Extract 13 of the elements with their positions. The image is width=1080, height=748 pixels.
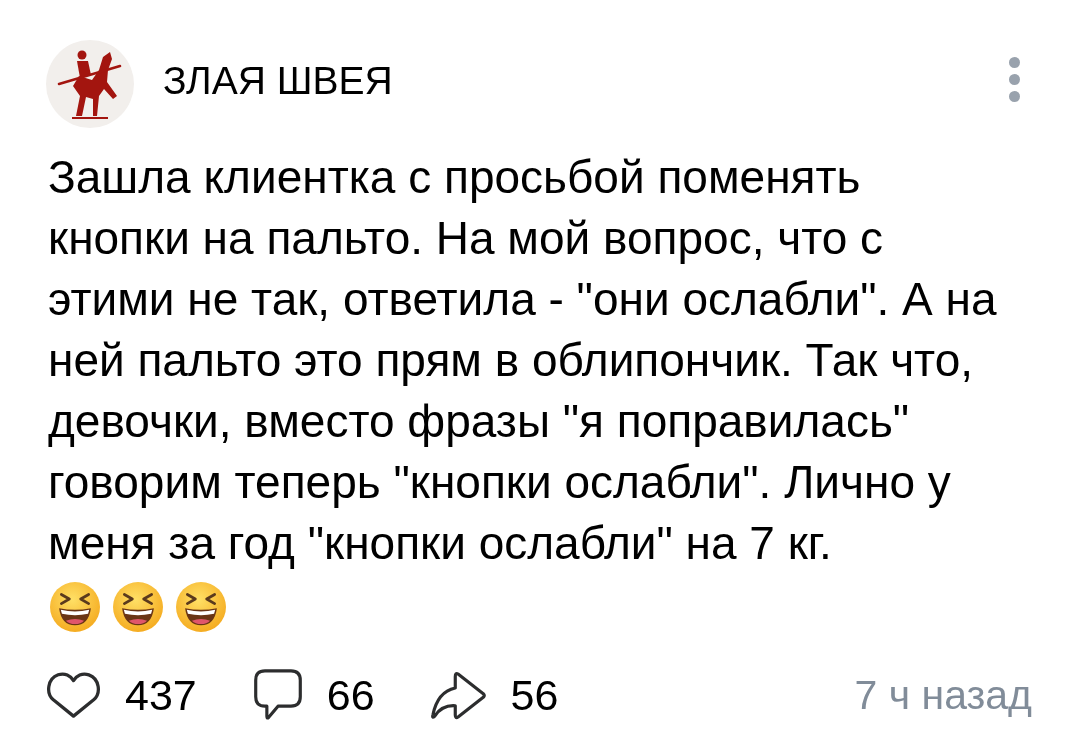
post-text: Зашла клиентка с просьбой поменять кнопки на пальто. На мой вопрос, что с этими не так, ответила - "они ослабли". А на ней пальто это прям в облипончик. Так что, девочки, вместо фразы "я поправилась" говорим теперь "кнопки ослабли". Лично у меня за год "кнопки ослабли" на 7 кг. (48, 150, 998, 571)
speech-bubble-icon (252, 669, 303, 721)
post-time: 7 ч назад (854, 671, 1032, 719)
comment-button[interactable]: 66 (252, 669, 375, 721)
like-button[interactable]: 437 (46, 670, 197, 720)
author-name[interactable]: ЗЛАЯ ШВЕЯ (163, 59, 393, 103)
share-arrow-icon (430, 670, 487, 720)
laughing-emoji-icon (176, 582, 226, 632)
laughing-emoji-icon (113, 582, 163, 632)
laughing-emoji-icon (50, 582, 100, 632)
more-options-icon[interactable] (1009, 56, 1020, 102)
heart-icon (46, 671, 101, 719)
share-button[interactable]: 56 (430, 670, 559, 720)
